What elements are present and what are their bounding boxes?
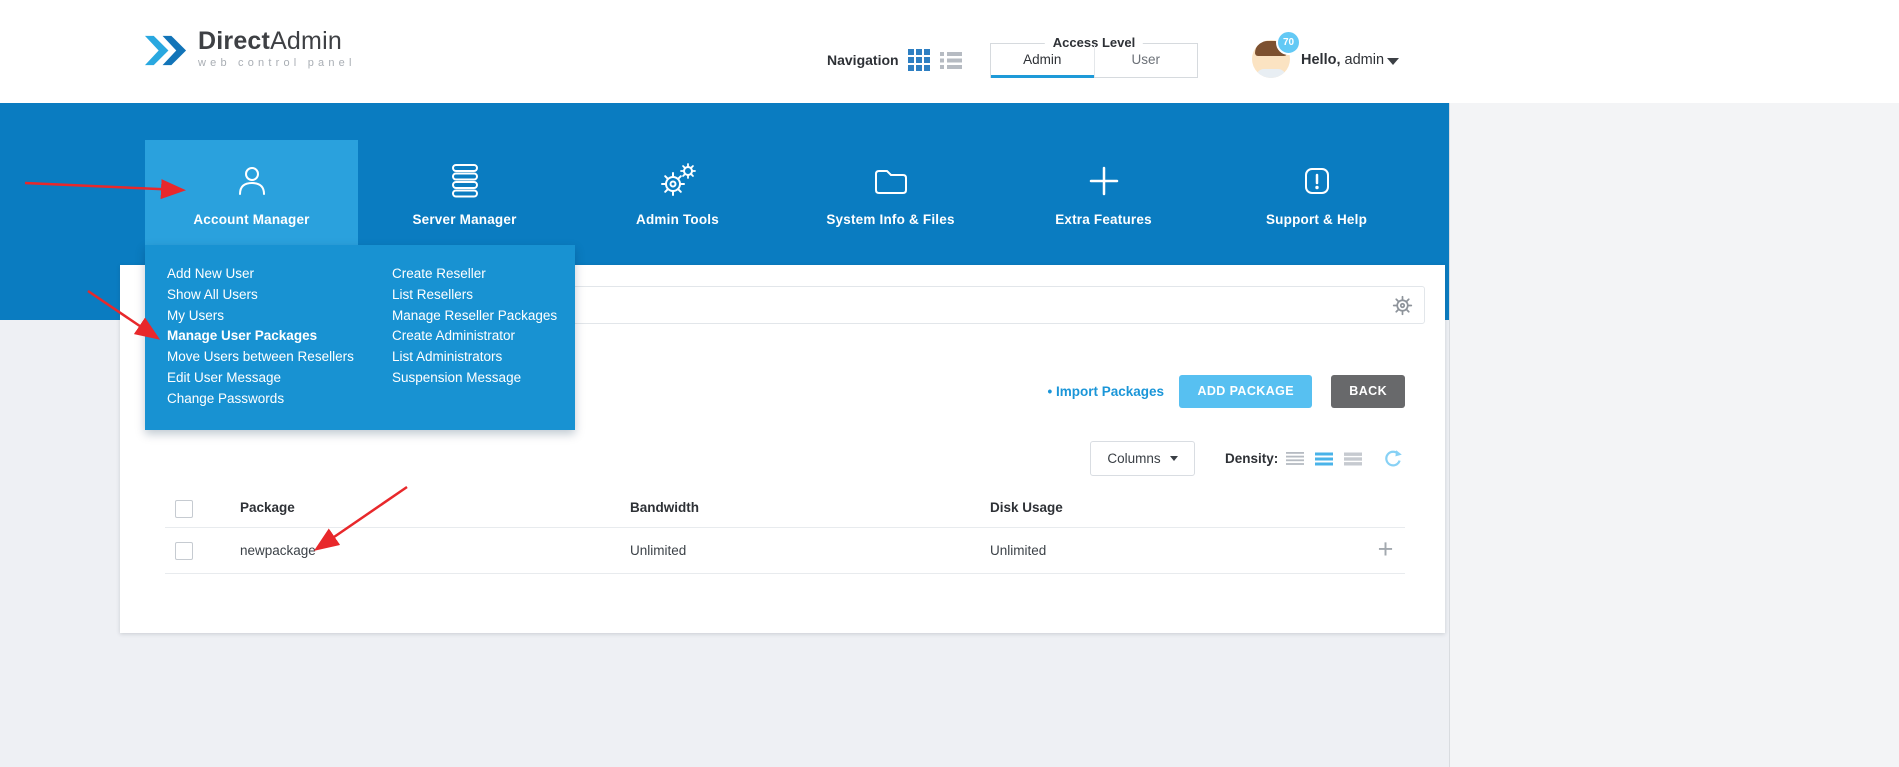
cell-bandwidth: Unlimited bbox=[630, 528, 686, 573]
greeting-word: Hello, bbox=[1301, 52, 1340, 68]
caret-down-icon bbox=[1170, 456, 1178, 461]
directadmin-logo[interactable]: DirectAdmin web control panel bbox=[143, 28, 356, 73]
menu-item-suspension-message[interactable]: Suspension Message bbox=[392, 368, 557, 389]
menu-item-manage-user-packages[interactable]: Manage User Packages bbox=[167, 326, 354, 347]
tab-label: Admin Tools bbox=[636, 212, 719, 227]
density-compact-icon[interactable] bbox=[1286, 452, 1304, 466]
viewport-edge-divider bbox=[1449, 0, 1450, 767]
menu-item-my-users[interactable]: My Users bbox=[167, 306, 354, 327]
tab-label: Account Manager bbox=[193, 212, 309, 227]
server-icon bbox=[445, 161, 485, 201]
select-all-checkbox[interactable] bbox=[175, 500, 193, 518]
column-header-bandwidth[interactable]: Bandwidth bbox=[630, 489, 699, 527]
density-normal-icon[interactable] bbox=[1315, 452, 1333, 466]
logo-title-admin: Admin bbox=[270, 27, 342, 55]
logo-text: DirectAdmin web control panel bbox=[198, 28, 356, 69]
access-level-user[interactable]: User bbox=[1094, 44, 1198, 77]
columns-dropdown-button[interactable]: Columns bbox=[1090, 441, 1195, 476]
menu-item-list-administrators[interactable]: List Administrators bbox=[392, 347, 557, 368]
menu-item-add-new-user[interactable]: Add New User bbox=[167, 264, 354, 285]
top-header: DirectAdmin web control panel Navigation bbox=[0, 0, 1899, 103]
access-level-admin[interactable]: Admin bbox=[991, 44, 1094, 77]
density-comfortable-icon[interactable] bbox=[1344, 452, 1362, 466]
table-header-row: Package Bandwidth Disk Usage bbox=[165, 489, 1405, 528]
logo-title-direct: Direct bbox=[198, 27, 270, 55]
menu-item-change-passwords[interactable]: Change Passwords bbox=[167, 389, 354, 410]
import-packages-link[interactable]: • Import Packages bbox=[1047, 384, 1164, 399]
tab-label: Server Manager bbox=[412, 212, 516, 227]
access-level-switch: Access Level Admin User bbox=[990, 43, 1198, 78]
logo-title: DirectAdmin bbox=[198, 28, 356, 55]
grid-view-icon[interactable] bbox=[908, 49, 930, 76]
back-button[interactable]: BACK bbox=[1331, 375, 1405, 408]
menu-item-create-reseller[interactable]: Create Reseller bbox=[392, 264, 557, 285]
packages-table: Package Bandwidth Disk Usage newpackage … bbox=[165, 489, 1405, 574]
tab-label: Support & Help bbox=[1266, 212, 1367, 227]
avatar-shirt bbox=[1256, 69, 1286, 78]
menu-item-show-all-users[interactable]: Show All Users bbox=[167, 285, 354, 306]
gears-icon bbox=[658, 161, 698, 201]
density-label: Density: bbox=[1225, 441, 1278, 476]
outside-viewport-area bbox=[1450, 103, 1899, 767]
notification-badge: 70 bbox=[1276, 30, 1301, 55]
tab-account-manager[interactable]: Account Manager bbox=[145, 140, 358, 245]
tab-server-manager[interactable]: Server Manager bbox=[358, 140, 571, 245]
user-greeting: Hello, admin bbox=[1301, 52, 1384, 68]
folder-icon bbox=[871, 161, 911, 201]
chevron-down-icon[interactable] bbox=[1387, 58, 1399, 65]
navigation-label: Navigation bbox=[827, 52, 899, 68]
alert-icon bbox=[1297, 161, 1337, 201]
account-manager-dropdown: Add New User Show All Users My Users Man… bbox=[145, 245, 575, 430]
menu-item-move-users-between-resellers[interactable]: Move Users between Resellers bbox=[167, 347, 354, 368]
tab-extra-features[interactable]: Extra Features bbox=[997, 140, 1210, 245]
username: admin bbox=[1345, 52, 1385, 68]
row-checkbox[interactable] bbox=[175, 542, 193, 560]
tab-admin-tools[interactable]: Admin Tools bbox=[571, 140, 784, 245]
menu-item-edit-user-message[interactable]: Edit User Message bbox=[167, 368, 354, 389]
logo-subtitle: web control panel bbox=[198, 57, 356, 69]
columns-label: Columns bbox=[1107, 451, 1160, 466]
add-package-button[interactable]: ADD PACKAGE bbox=[1179, 375, 1312, 408]
bullet-icon: • bbox=[1047, 384, 1052, 399]
column-header-disk-usage[interactable]: Disk Usage bbox=[990, 489, 1063, 527]
dropdown-column-resellers: Create Reseller List Resellers Manage Re… bbox=[392, 264, 557, 389]
menu-item-list-resellers[interactable]: List Resellers bbox=[392, 285, 557, 306]
directadmin-app: DirectAdmin web control panel Navigation bbox=[0, 0, 1899, 767]
main-nav-tabs: Account Manager Server Manager Admin Too… bbox=[145, 140, 1423, 245]
table-row: newpackage Unlimited Unlimited + bbox=[165, 528, 1405, 574]
column-header-package[interactable]: Package bbox=[240, 489, 295, 527]
plus-icon bbox=[1084, 161, 1124, 201]
list-view-icon[interactable] bbox=[940, 52, 962, 74]
gear-icon[interactable] bbox=[1391, 294, 1414, 317]
dropdown-column-users: Add New User Show All Users My Users Man… bbox=[167, 264, 354, 410]
cell-disk-usage: Unlimited bbox=[990, 528, 1046, 573]
tab-support-help[interactable]: Support & Help bbox=[1210, 140, 1423, 245]
person-icon bbox=[232, 161, 272, 201]
logo-icon bbox=[143, 28, 188, 73]
tab-system-info-files[interactable]: System Info & Files bbox=[784, 140, 997, 245]
refresh-icon[interactable] bbox=[1383, 449, 1403, 469]
expand-row-icon[interactable]: + bbox=[1363, 528, 1408, 573]
cell-package[interactable]: newpackage bbox=[240, 528, 316, 573]
tab-label: Extra Features bbox=[1055, 212, 1152, 227]
tab-label: System Info & Files bbox=[826, 212, 954, 227]
menu-item-create-administrator[interactable]: Create Administrator bbox=[392, 326, 557, 347]
import-packages-label: Import Packages bbox=[1056, 384, 1164, 399]
menu-item-manage-reseller-packages[interactable]: Manage Reseller Packages bbox=[392, 306, 557, 327]
